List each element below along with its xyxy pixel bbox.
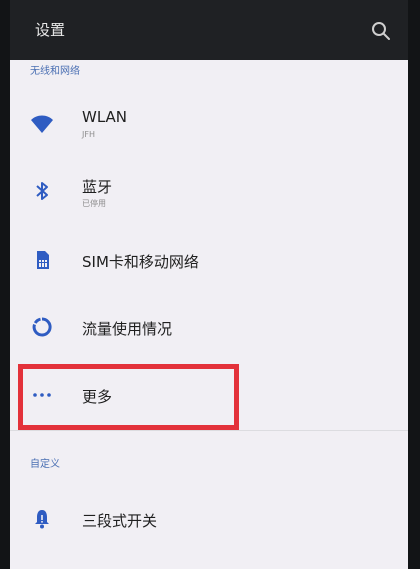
settings-item-subtitle: 已停用 [82, 199, 106, 208]
settings-screen: 设置 无线和网络 WLAN JFH 蓝牙 已停用 SIM卡和移动网络 流量使用情… [10, 0, 408, 569]
wifi-icon [31, 115, 53, 133]
bell-icon [35, 510, 49, 529]
settings-item-label: 三段式开关 [82, 512, 158, 530]
section-divider [10, 430, 408, 431]
settings-item-label: 流量使用情况 [82, 320, 173, 338]
highlight-box [18, 364, 239, 430]
settings-item-label: WLAN [82, 108, 128, 126]
settings-item-bluetooth[interactable]: 蓝牙 已停用 [10, 158, 408, 224]
settings-item-wlan[interactable]: WLAN JFH [10, 90, 408, 156]
sim-card-icon [37, 251, 49, 269]
settings-item-data-usage[interactable]: 流量使用情况 [10, 294, 408, 360]
app-bar: 设置 [10, 0, 408, 60]
settings-item-alert-slider[interactable]: 三段式开关 [10, 486, 408, 552]
settings-item-label: SIM卡和移动网络 [82, 253, 199, 271]
section-header-custom: 自定义 [30, 459, 60, 470]
data-usage-icon [32, 317, 52, 337]
settings-item-label: 蓝牙 [82, 178, 113, 196]
search-icon [372, 22, 390, 40]
settings-item-subtitle: JFH [82, 130, 95, 139]
settings-item-sim[interactable]: SIM卡和移动网络 [10, 227, 408, 293]
search-button[interactable] [370, 20, 392, 42]
bluetooth-icon [36, 182, 48, 200]
section-header-wireless: 无线和网络 [30, 66, 80, 77]
page-title: 设置 [35, 21, 66, 39]
